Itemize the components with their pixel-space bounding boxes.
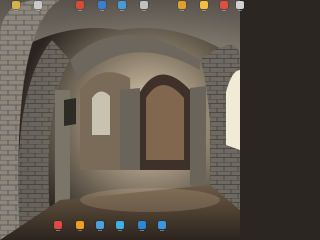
app-icon — [76, 221, 84, 229]
desktop-shortcut-label: icon — [99, 10, 105, 12]
desktop-shortcut-label: icon — [139, 230, 145, 232]
desktop-shortcut[interactable]: icon — [28, 1, 48, 13]
desktop-shortcut[interactable]: icon — [172, 1, 192, 13]
app-icon — [200, 1, 208, 9]
desktop-shortcut-label: icon — [13, 10, 19, 12]
app-icon — [116, 221, 124, 229]
desktop-shortcut[interactable]: icon — [110, 221, 130, 233]
app-icon — [158, 221, 166, 229]
desktop-shortcut[interactable]: icon — [70, 1, 90, 13]
folder-icon — [12, 1, 20, 9]
desktop-shortcut[interactable]: icon — [132, 221, 152, 233]
app-icon — [76, 1, 84, 9]
desktop-shortcut[interactable]: icon — [230, 1, 250, 13]
desktop-shortcut-label: icon — [141, 10, 147, 12]
desktop-shortcut-label: icon — [35, 10, 41, 12]
app-icon — [178, 1, 186, 9]
desktop-shortcut[interactable]: icon — [90, 221, 110, 233]
desktop-shortcut[interactable]: icon — [112, 1, 132, 13]
app-icon — [140, 1, 148, 9]
app-icon — [118, 1, 126, 9]
desktop-shortcut[interactable]: icon — [194, 1, 214, 13]
app-icon — [138, 221, 146, 229]
desktop-shortcut-label: icon — [119, 10, 125, 12]
desktop-shortcut-label: icon — [237, 10, 243, 12]
desktop-shortcut[interactable]: icon — [134, 1, 154, 13]
desktop-shortcut-label: icon — [179, 10, 185, 12]
app-icon — [96, 221, 104, 229]
desktop-wallpaper — [0, 0, 240, 240]
desktop-shortcut-label: icon — [201, 10, 207, 12]
desktop-shortcut[interactable]: icon — [6, 1, 26, 13]
app-icon — [54, 221, 62, 229]
desktop-shortcut-label: icon — [117, 230, 123, 232]
desktop-shortcut-label: icon — [159, 230, 165, 232]
app-icon — [236, 1, 244, 9]
desktop-shortcut[interactable]: icon — [48, 221, 68, 233]
desktop-shortcut-label: icon — [97, 230, 103, 232]
app-icon — [98, 1, 106, 9]
desktop-shortcut[interactable]: icon — [92, 1, 112, 13]
desktop-shortcut-label: icon — [77, 230, 83, 232]
app-icon — [34, 1, 42, 9]
desktop-shortcut-label: icon — [55, 230, 61, 232]
desktop-shortcut-label: icon — [77, 10, 83, 12]
desktop-shortcut[interactable]: icon — [152, 221, 172, 233]
app-icon — [220, 1, 228, 9]
desktop-shortcut[interactable]: icon — [70, 221, 90, 233]
